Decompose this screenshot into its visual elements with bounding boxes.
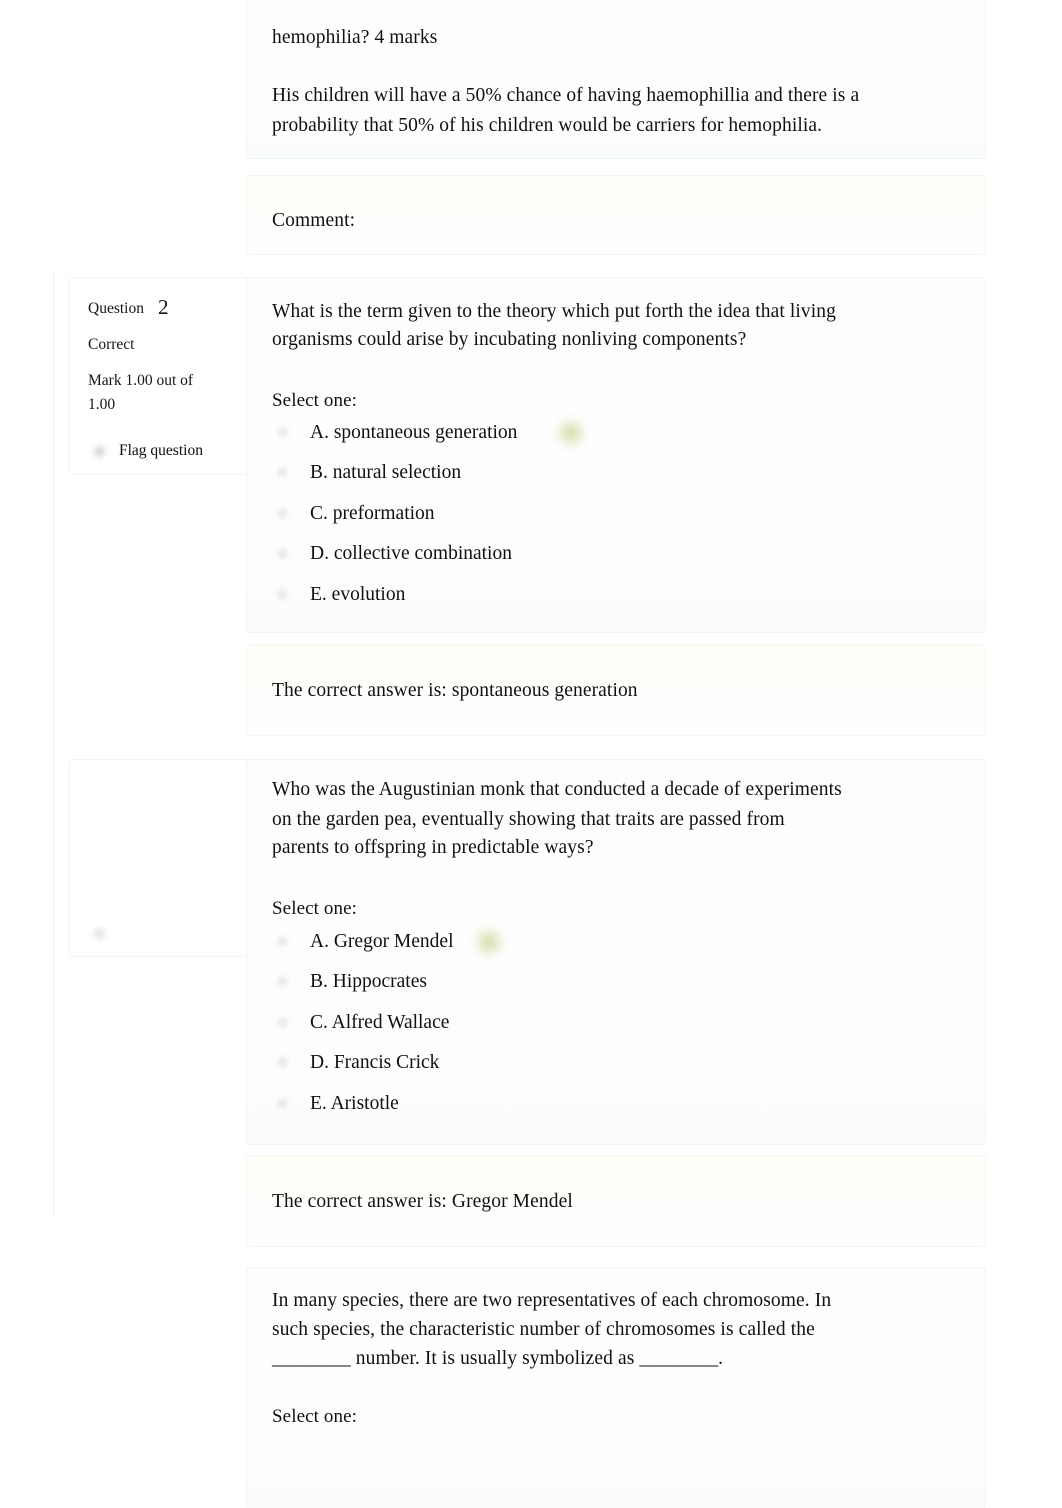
question-two-state: Correct [88,336,135,353]
radio-button-icon[interactable] [275,974,290,990]
option-row[interactable]: A. spontaneous generation [272,412,772,453]
option-row[interactable]: D. Francis Crick [272,1043,772,1084]
radio-button-icon[interactable] [275,465,290,481]
radio-button-icon[interactable] [275,586,290,602]
radio-button-icon[interactable] [275,1014,290,1030]
radio-button-icon[interactable] [275,424,290,440]
question-four-stem-line3: ________ number. It is usually symbolize… [272,1348,724,1369]
question-three-correct-answer: The correct answer is: Gregor Mendel [272,1191,573,1212]
question-one-prompt-tail: hemophilia? 4 marks [272,27,438,48]
question-label: Question [88,300,144,317]
question-three-options: A. Gregor Mendel B. Hippocrates C. Alfre… [272,921,772,1124]
radio-button-icon[interactable] [275,933,290,949]
flag-question-label: Flag question [119,442,203,459]
radio-button-icon[interactable] [275,505,290,521]
question-two-flag-question[interactable]: Flag question [91,442,203,460]
question-two-stem-line2: organisms could arise by incubating nonl… [272,329,747,350]
question-four-stem-line1: In many species, there are two represent… [272,1290,832,1311]
question-one-response: His children will have a 50% chance of h… [272,85,860,136]
question-three-select-label: Select one: [272,898,357,919]
comment-label: Comment: [272,210,356,231]
question-three-stem-line1: Who was the Augustinian monk that conduc… [272,779,842,800]
question-two-mark-line1: Mark 1.00 out of [88,372,194,389]
question-two-number-row: Question 2 [88,296,168,320]
question-three-stem-line2: on the garden pea, eventually showing th… [272,809,785,830]
question-two-mark-line2: 1.00 [88,396,116,413]
option-row[interactable]: E. Aristotle [272,1083,772,1124]
question-three-flag-question[interactable] [91,925,108,942]
radio-button-icon[interactable] [275,1095,290,1111]
flag-icon [91,925,108,942]
option-label: D. collective combination [310,543,512,565]
question-two-options: A. spontaneous generation B. natural sel… [272,412,772,615]
comment-card [247,176,985,254]
option-row[interactable]: B. Hippocrates [272,962,772,1003]
option-row[interactable]: C. Alfred Wallace [272,1002,772,1043]
question-four-select-label: Select one: [272,1406,357,1427]
option-row[interactable]: D. collective combination [272,534,772,575]
correct-check-icon [472,925,506,959]
option-label: D. Francis Crick [310,1052,440,1074]
option-label: A. spontaneous generation [310,421,518,443]
option-row[interactable]: E. evolution [272,574,772,615]
option-label: B. Hippocrates [310,971,427,993]
option-row[interactable]: A. Gregor Mendel [272,921,772,962]
question-three-stem-line3: parents to offspring in predictable ways… [272,837,594,858]
radio-button-icon[interactable] [275,1055,290,1071]
option-label: C. preformation [310,502,435,524]
question-two-correct-answer: The correct answer is: spontaneous gener… [272,680,638,701]
option-row[interactable]: B. natural selection [272,453,772,494]
question-four-stem-line2: such species, the characteristic number … [272,1319,815,1340]
option-label: A. Gregor Mendel [310,930,454,952]
flag-icon [91,442,108,460]
radio-button-icon[interactable] [275,546,290,562]
correct-check-icon [554,416,588,450]
option-row[interactable]: C. preformation [272,493,772,534]
question-two-stem-line1: What is the term given to the theory whi… [272,301,836,322]
question-number: 2 [157,295,169,319]
question-two-left-rule [53,272,54,1216]
option-label: C. Alfred Wallace [310,1011,450,1033]
option-label: B. natural selection [310,462,462,484]
option-label: E. evolution [310,583,406,605]
option-label: E. Aristotle [310,1092,399,1114]
